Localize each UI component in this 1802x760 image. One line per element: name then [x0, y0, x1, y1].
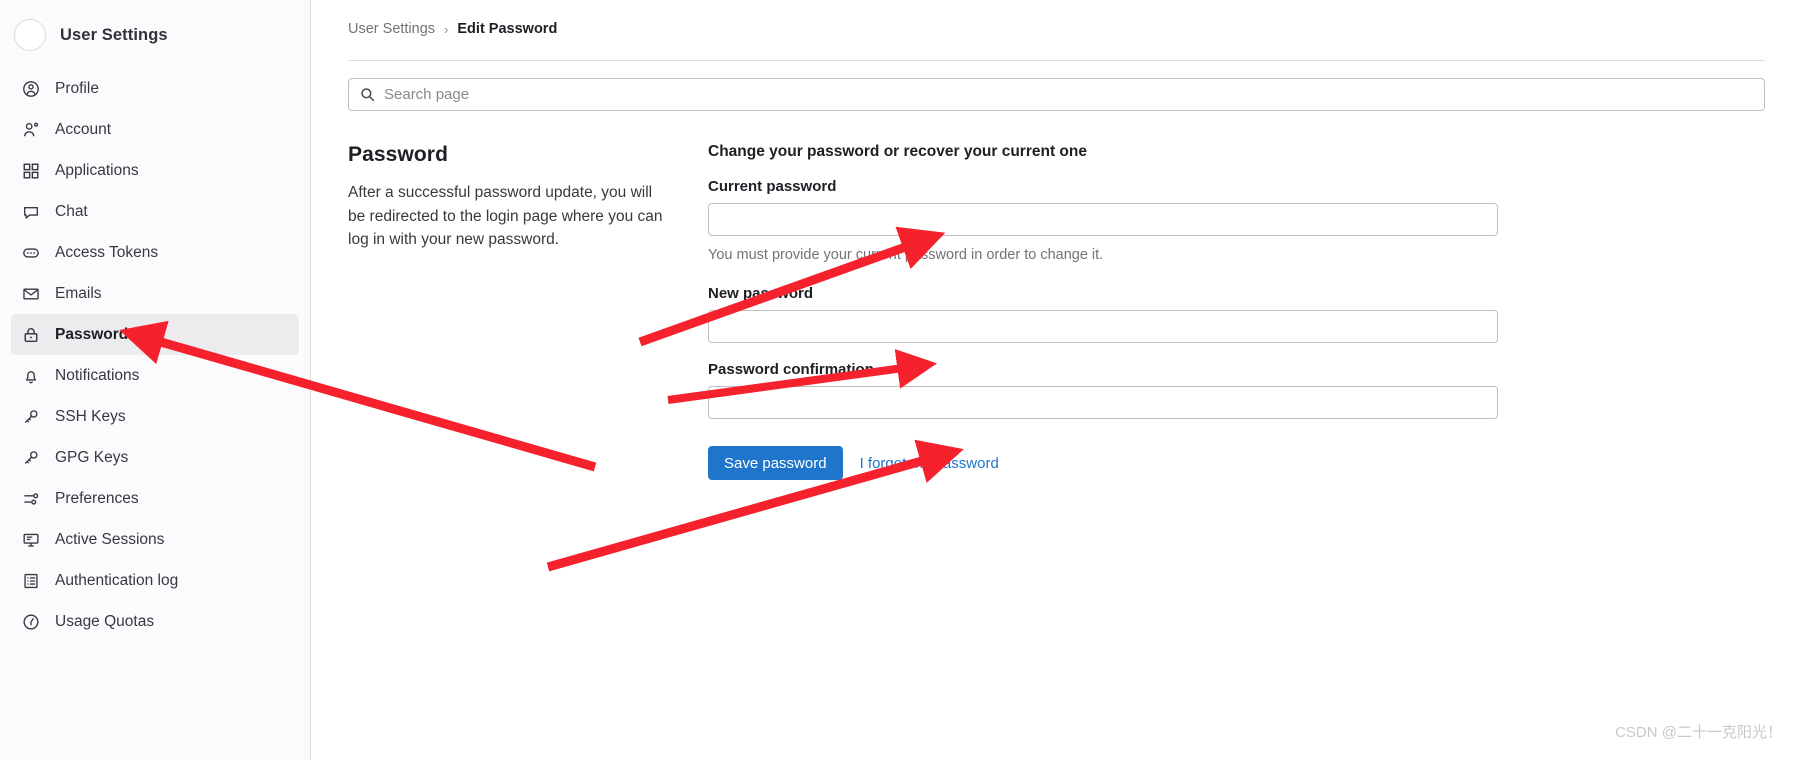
list-log-icon — [21, 571, 41, 591]
main-content: User Settings › Edit Password Password A… — [311, 0, 1802, 760]
sidebar-item-label: Active Sessions — [55, 530, 165, 548]
current-password-field: Current password You must provide your c… — [708, 178, 1498, 263]
sidebar-item-usage-quotas[interactable]: Usage Quotas — [11, 601, 299, 642]
user-gear-icon — [21, 120, 41, 140]
sidebar-item-label: GPG Keys — [55, 448, 129, 466]
sidebar-item-label: Preferences — [55, 489, 139, 507]
settings-content: Password After a successful password upd… — [311, 111, 1802, 480]
breadcrumb-separator-icon: › — [444, 21, 449, 37]
token-icon — [21, 243, 41, 263]
section-info-column: Password After a successful password upd… — [348, 143, 668, 480]
sidebar-item-label: Applications — [55, 161, 139, 179]
search-input[interactable] — [384, 86, 1753, 103]
form-actions: Save password I forgot my password — [708, 446, 1498, 480]
watermark: CSDN @二十一克阳光！ — [1615, 724, 1782, 741]
sidebar-item-gpg-keys[interactable]: GPG Keys — [11, 437, 299, 478]
sidebar-item-label: Emails — [55, 284, 102, 302]
sidebar-header: User Settings — [0, 8, 310, 64]
key-icon — [21, 448, 41, 468]
breadcrumb-wrap: User Settings › Edit Password — [311, 0, 1802, 40]
sidebar-item-label: Profile — [55, 79, 99, 97]
lock-icon — [21, 325, 41, 345]
sidebar-nav: Profile Account Applications Chat Access Tok… — [0, 64, 310, 642]
breadcrumb: User Settings › Edit Password — [348, 18, 1765, 40]
page-title: Password — [348, 143, 449, 166]
search-wrap — [311, 61, 1802, 111]
settings-sidebar: User Settings Profile Account Applications… — [0, 0, 311, 760]
sidebar-item-applications[interactable]: Applications — [11, 150, 299, 191]
sidebar-item-label: Access Tokens — [55, 243, 159, 261]
sidebar-item-chat[interactable]: Chat — [11, 191, 299, 232]
sidebar-item-authentication-log[interactable]: Authentication log — [11, 560, 299, 601]
sidebar-item-password[interactable]: Password — [11, 314, 299, 355]
password-form-column: Change your password or recover your cur… — [708, 143, 1498, 480]
section-description: After a successful password update, you … — [348, 184, 663, 249]
sidebar-item-account[interactable]: Account — [11, 109, 299, 150]
sidebar-item-label: Account — [55, 120, 112, 138]
new-password-label: New password — [708, 285, 814, 302]
new-password-field: New password — [708, 285, 1498, 343]
sidebar-item-access-tokens[interactable]: Access Tokens — [11, 232, 299, 273]
forgot-password-link[interactable]: I forgot my password — [860, 455, 999, 472]
password-confirmation-field: Password confirmation — [708, 361, 1498, 419]
sidebar-item-preferences[interactable]: Preferences — [11, 478, 299, 519]
sidebar-item-label: Authentication log — [55, 571, 179, 589]
password-confirmation-label: Password confirmation — [708, 361, 874, 378]
key-icon — [21, 407, 41, 427]
chat-bubble-icon — [21, 202, 41, 222]
breadcrumb-current: Edit Password — [457, 21, 558, 37]
search-box[interactable] — [348, 78, 1765, 111]
grid-apps-icon — [21, 161, 41, 181]
sidebar-item-emails[interactable]: Emails — [11, 273, 299, 314]
current-password-help: You must provide your current password i… — [708, 247, 1104, 263]
current-password-input[interactable] — [708, 203, 1498, 236]
sidebar-item-label: Usage Quotas — [55, 612, 155, 630]
sidebar-item-label: Password — [55, 325, 129, 343]
password-confirmation-input[interactable] — [708, 386, 1498, 419]
sidebar-item-notifications[interactable]: Notifications — [11, 355, 299, 396]
form-heading: Change your password or recover your cur… — [708, 143, 1087, 160]
sidebar-item-ssh-keys[interactable]: SSH Keys — [11, 396, 299, 437]
monitor-icon — [21, 530, 41, 550]
sidebar-item-profile[interactable]: Profile — [11, 68, 299, 109]
sidebar-item-active-sessions[interactable]: Active Sessions — [11, 519, 299, 560]
user-circle-icon — [21, 79, 41, 99]
envelope-icon — [21, 284, 41, 304]
search-icon — [360, 87, 375, 102]
sidebar-item-label: Notifications — [55, 366, 140, 384]
bell-icon — [21, 366, 41, 386]
sidebar-title: User Settings — [60, 25, 168, 44]
current-password-label: Current password — [708, 178, 837, 195]
sliders-icon — [21, 489, 41, 509]
sidebar-item-label: SSH Keys — [55, 407, 126, 425]
avatar — [14, 19, 46, 51]
save-password-button[interactable]: Save password — [708, 446, 843, 480]
breadcrumb-parent[interactable]: User Settings — [348, 21, 435, 37]
new-password-input[interactable] — [708, 310, 1498, 343]
gauge-icon — [21, 612, 41, 632]
sidebar-item-label: Chat — [55, 202, 88, 220]
user-settings-page: User Settings Profile Account Applications… — [0, 0, 1802, 760]
